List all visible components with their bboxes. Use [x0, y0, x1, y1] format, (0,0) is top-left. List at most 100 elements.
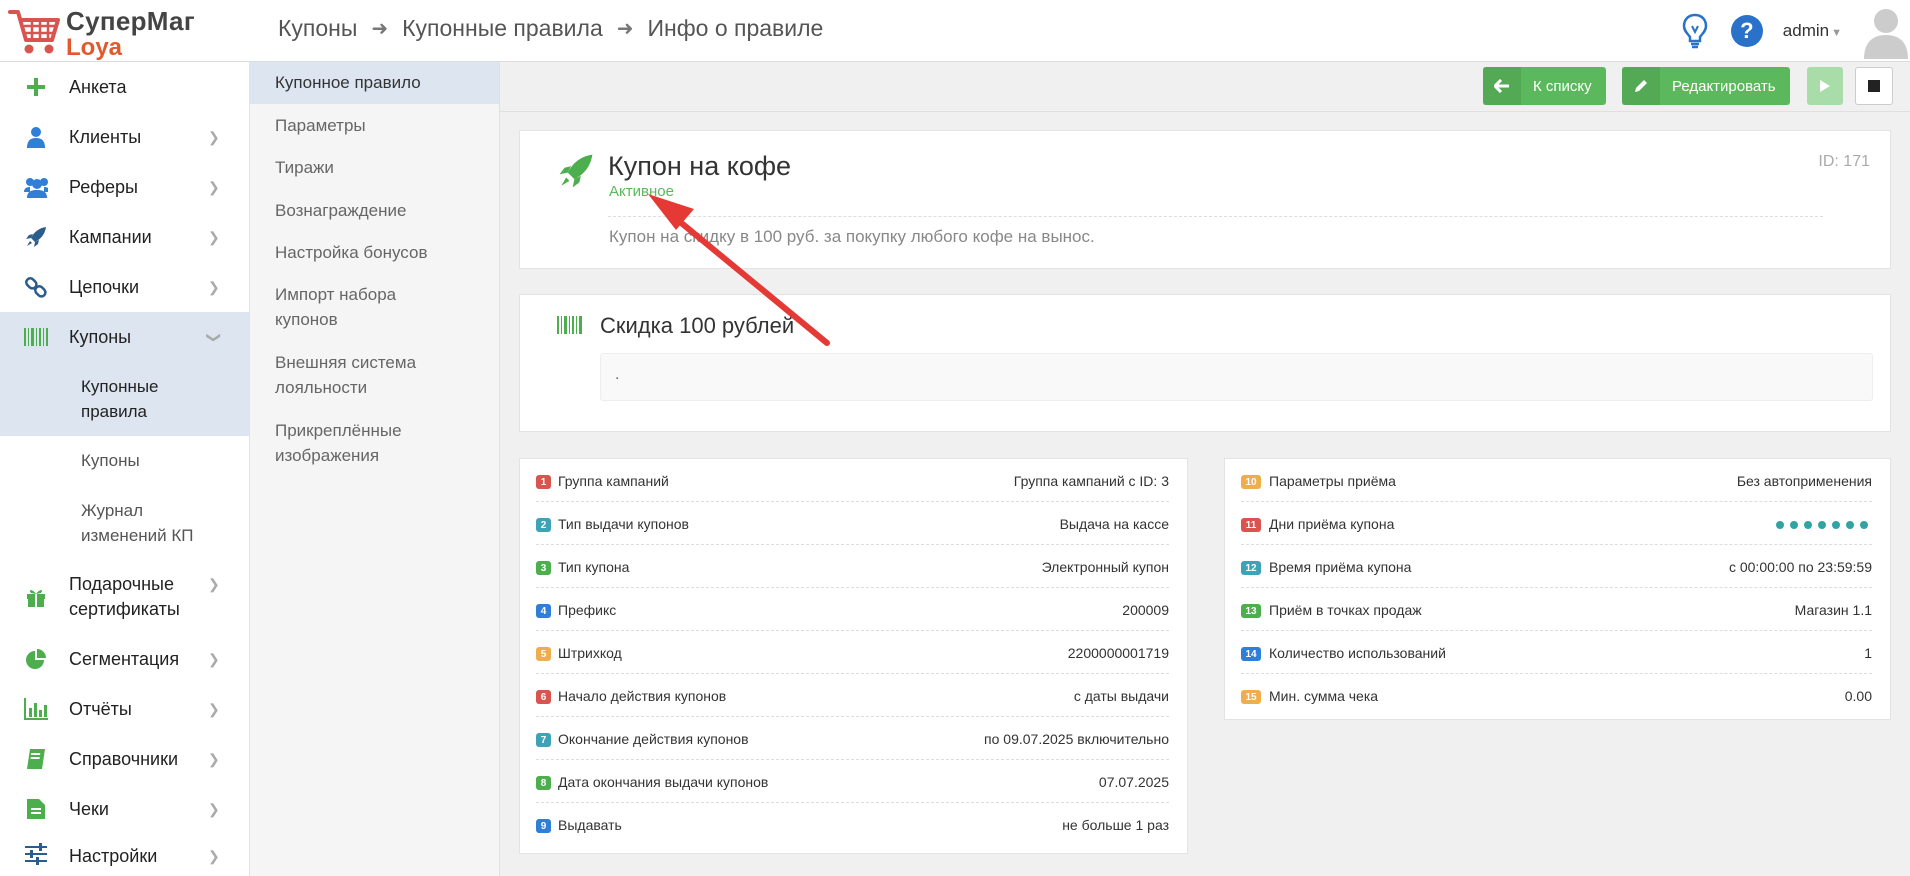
param-row: 5 Штрихкод 2200000001719 [536, 631, 1169, 674]
sidebar-item-clients[interactable]: Клиенты ❯ [0, 112, 249, 162]
edit-button[interactable]: Редактировать [1622, 67, 1790, 105]
sidebar-item-label: Чеки [69, 798, 109, 819]
sidebar-item-referers[interactable]: Реферы ❯ [0, 162, 249, 212]
sidebar-item-segmentation[interactable]: Сегментация ❯ [0, 634, 249, 684]
subnav-label: Внешняя система лояльности [275, 353, 417, 397]
param-value: Выдача на кассе [1059, 516, 1169, 532]
param-key: Группа кампаний [558, 473, 669, 489]
param-number-badge: 9 [536, 819, 551, 833]
param-value: Без автоприменения [1736, 473, 1872, 489]
sidebar-item-chains[interactable]: Цепочки ❯ [0, 262, 249, 312]
params-card-left: 1 Группа кампаний Группа кампаний с ID: 3 2… [519, 458, 1188, 854]
sidebar-item-receipts[interactable]: Чеки ❯ [0, 784, 249, 834]
receipt-icon [24, 797, 48, 821]
sidebar-item-anketa[interactable]: Анкета [0, 62, 249, 112]
chevron-right-icon: ❯ [208, 128, 220, 145]
lightbulb-icon[interactable] [1681, 13, 1709, 49]
param-row: 9 Выдавать не больше 1 раз [536, 803, 1169, 846]
subnav-reward[interactable]: Вознаграждение [250, 188, 499, 230]
sidebar-item-label: Настройки [69, 846, 158, 866]
sidebar-item-reports[interactable]: Отчёты ❯ [0, 684, 249, 734]
cart-icon [8, 10, 60, 54]
reward-card: Скидка 100 рублей . [519, 294, 1891, 432]
stop-icon [1868, 80, 1880, 92]
user-menu[interactable]: admin ▼ [1783, 21, 1842, 41]
subnav-bonus-settings[interactable]: Настройка бонусов [250, 230, 499, 272]
subnav-external-loyalty[interactable]: Внешняя система лояльности [250, 340, 499, 408]
subnav-parameters[interactable]: Параметры [250, 104, 499, 146]
link-icon [24, 275, 48, 299]
params-card-right: 10 Параметры приёма Без автоприменения 11 Дн… [1224, 458, 1891, 720]
weekday-dot [1860, 521, 1868, 529]
pencil-icon [1622, 67, 1660, 105]
subnav-attached-images[interactable]: Прикреплённые изображения [250, 408, 499, 476]
param-number-badge: 2 [536, 518, 551, 532]
sidebar-subitem-coupon-rules[interactable]: Купонные правила [0, 362, 249, 436]
param-value: 2200000001719 [1067, 645, 1169, 661]
param-value: 1 [1864, 645, 1872, 661]
subnav-coupon-rule[interactable]: Купонное правило [250, 62, 499, 104]
chevron-right-icon: ❯ [208, 178, 220, 195]
weekday-dot [1846, 521, 1854, 529]
rule-card: Купон на кофе Активное ID: 171 Купон на … [519, 130, 1891, 269]
rule-id: ID: 171 [1818, 153, 1870, 170]
toolbar: К списку Редактировать [500, 62, 1910, 112]
stop-button[interactable] [1855, 67, 1893, 105]
sidebar-subitem-coupons[interactable]: Купоны [0, 436, 249, 486]
param-number-badge: 12 [1241, 561, 1261, 575]
sliders-icon [24, 842, 48, 866]
subnav-label: Вознаграждение [275, 201, 407, 220]
param-value: Электронный купон [1041, 559, 1169, 575]
chevron-right-icon: ❯ [208, 278, 220, 295]
rule-title: Купон на кофе [608, 151, 792, 181]
sidebar-item-gift-certificates[interactable]: Подарочные сертификаты ❯ [0, 560, 249, 634]
product-name: Loya [66, 34, 123, 61]
param-row: 3 Тип купона Электронный купон [536, 545, 1169, 588]
sidebar-item-coupons[interactable]: Купоны ❯ [0, 312, 249, 362]
breadcrumb-item[interactable]: Купонные правила [402, 15, 603, 42]
param-key: Начало действия купонов [558, 688, 727, 704]
book-icon [24, 747, 48, 771]
rule-description: Купон на скидку в 100 руб. за покупку лю… [609, 227, 1095, 246]
edit-label: Редактировать [1672, 77, 1776, 95]
param-row: 15 Мин. сумма чека 0.00 [1241, 674, 1872, 717]
play-button[interactable] [1807, 67, 1843, 105]
param-number-badge: 15 [1241, 690, 1261, 704]
subnav-issues[interactable]: Тиражи [250, 146, 499, 188]
param-number-badge: 1 [536, 475, 551, 489]
param-row: 7 Окончание действия купонов по 09.07.2025… [536, 717, 1169, 760]
gift-icon [24, 585, 48, 609]
param-row: 6 Начало действия купонов с даты выдачи [536, 674, 1169, 717]
logo[interactable]: СуперМаг Loya [8, 4, 248, 61]
pie-chart-icon [24, 647, 48, 671]
sidebar-item-settings[interactable]: Настройки ❯ [0, 834, 249, 876]
param-value: не больше 1 раз [1062, 817, 1169, 833]
avatar[interactable] [1862, 3, 1910, 59]
divider [608, 216, 1823, 217]
caret-down-icon: ▼ [1831, 27, 1842, 39]
back-to-list-button[interactable]: К списку [1483, 67, 1606, 105]
breadcrumb-item[interactable]: Купоны [278, 15, 357, 42]
sidebar-item-label: Цепочки [69, 276, 139, 297]
sidebar-item-label: Справочники [69, 748, 179, 769]
param-value: Магазин 1.1 [1794, 602, 1872, 618]
chevron-down-icon: ❯ [206, 331, 223, 343]
play-icon [1820, 80, 1830, 92]
chevron-right-icon: ❯ [208, 800, 220, 817]
sidebar-subitem-label: Купонные правила [81, 377, 159, 421]
weekday-dot [1804, 521, 1812, 529]
param-number-badge: 11 [1241, 518, 1261, 532]
arrow-left-icon [1483, 67, 1521, 105]
sidebar-item-campaigns[interactable]: Кампании ❯ [0, 212, 249, 262]
help-icon[interactable]: ? [1730, 15, 1763, 47]
param-row: 2 Тип выдачи купонов Выдача на кассе [536, 502, 1169, 545]
chevron-right-icon: ❯ [208, 228, 220, 245]
sidebar-item-references[interactable]: Справочники ❯ [0, 734, 249, 784]
subnav-label: Импорт набора купонов [275, 285, 397, 329]
param-key: Параметры приёма [1269, 473, 1396, 489]
sidebar-subitem-changelog[interactable]: Журнал изменений КП [0, 486, 249, 560]
arrow-right-icon: ➜ [616, 18, 634, 40]
subnav-import-coupons[interactable]: Импорт набора купонов [250, 272, 499, 340]
param-value: Группа кампаний с ID: 3 [1013, 473, 1169, 489]
param-key: Выдавать [558, 817, 622, 833]
